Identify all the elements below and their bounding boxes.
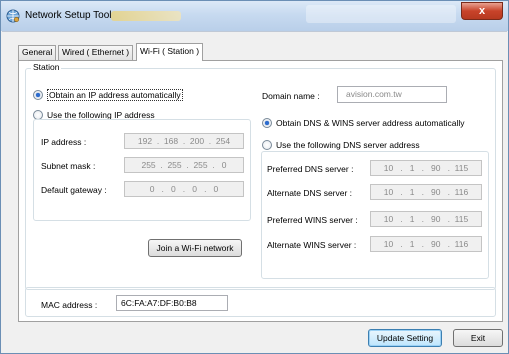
blurred-taskbar-item — [111, 11, 181, 21]
close-button[interactable]: x — [461, 2, 503, 20]
preferred-wins-field[interactable]: 10 . 1 . 90 . 115 — [370, 211, 482, 227]
preferred-wins-label: Preferred WINS server : — [267, 215, 358, 225]
mac-address-field[interactable]: 6C:FA:A7:DF:B0:B8 — [116, 295, 228, 311]
radio-checked-icon — [262, 118, 272, 128]
preferred-dns-field[interactable]: 10 . 1 . 90 . 115 — [370, 160, 482, 176]
dialog-client-area: General Wired ( Ethernet ) Wi-Fi ( Stati… — [2, 31, 507, 353]
obtain-ip-auto-label: Obtain an IP address automatically — [47, 89, 183, 101]
default-gateway-field[interactable]: 0 . 0 . 0 . 0 — [124, 181, 244, 197]
preferred-dns-label: Preferred DNS server : — [267, 164, 354, 174]
obtain-dns-auto-label: Obtain DNS & WINS server address automat… — [276, 118, 465, 128]
ip-address-label: IP address : — [41, 137, 87, 147]
alternate-wins-field[interactable]: 10 . 1 . 90 . 116 — [370, 236, 482, 252]
wifi-station-panel: Station Obtain an IP address automatical… — [18, 60, 503, 322]
blurred-titlebar-area — [306, 5, 456, 23]
tab-wifi-station[interactable]: Wi-Fi ( Station ) — [136, 43, 204, 61]
alternate-dns-label: Alternate DNS server : — [267, 188, 353, 198]
alternate-dns-field[interactable]: 10 . 1 . 90 . 116 — [370, 184, 482, 200]
use-following-dns-label: Use the following DNS server address — [276, 140, 420, 150]
use-following-dns-radio[interactable]: Use the following DNS server address — [262, 139, 420, 151]
alternate-wins-label: Alternate WINS server : — [267, 240, 357, 250]
radio-checked-icon — [33, 90, 43, 100]
ip-address-field[interactable]: 192 . 168 . 200 . 254 — [124, 133, 244, 149]
tab-general[interactable]: General — [18, 45, 57, 60]
mac-address-label: MAC address : — [41, 300, 98, 310]
obtain-dns-auto-radio[interactable]: Obtain DNS & WINS server address automat… — [262, 117, 464, 129]
domain-name-field[interactable]: avision.com.tw — [337, 86, 447, 103]
window-title: Network Setup Tool — [25, 10, 112, 21]
join-wifi-network-button[interactable]: Join a Wi-Fi network — [148, 239, 242, 257]
exit-button[interactable]: Exit — [453, 329, 503, 347]
network-globe-icon — [6, 9, 20, 23]
update-setting-button[interactable]: Update Setting — [368, 329, 442, 347]
network-setup-window: Network Setup Tool x General Wired ( Eth… — [0, 0, 509, 354]
domain-name-label: Domain name : — [262, 91, 320, 101]
obtain-ip-auto-radio[interactable]: Obtain an IP address automatically — [33, 89, 183, 101]
station-group-label: Station — [31, 62, 62, 72]
radio-unchecked-icon — [262, 140, 272, 150]
default-gateway-label: Default gateway : — [41, 185, 107, 195]
subnet-mask-field[interactable]: 255 . 255 . 255 . 0 — [124, 157, 244, 173]
title-bar[interactable]: Network Setup Tool x — [1, 1, 508, 31]
tab-wired-ethernet[interactable]: Wired ( Ethernet ) — [58, 45, 134, 60]
subnet-mask-label: Subnet mask : — [41, 161, 96, 171]
